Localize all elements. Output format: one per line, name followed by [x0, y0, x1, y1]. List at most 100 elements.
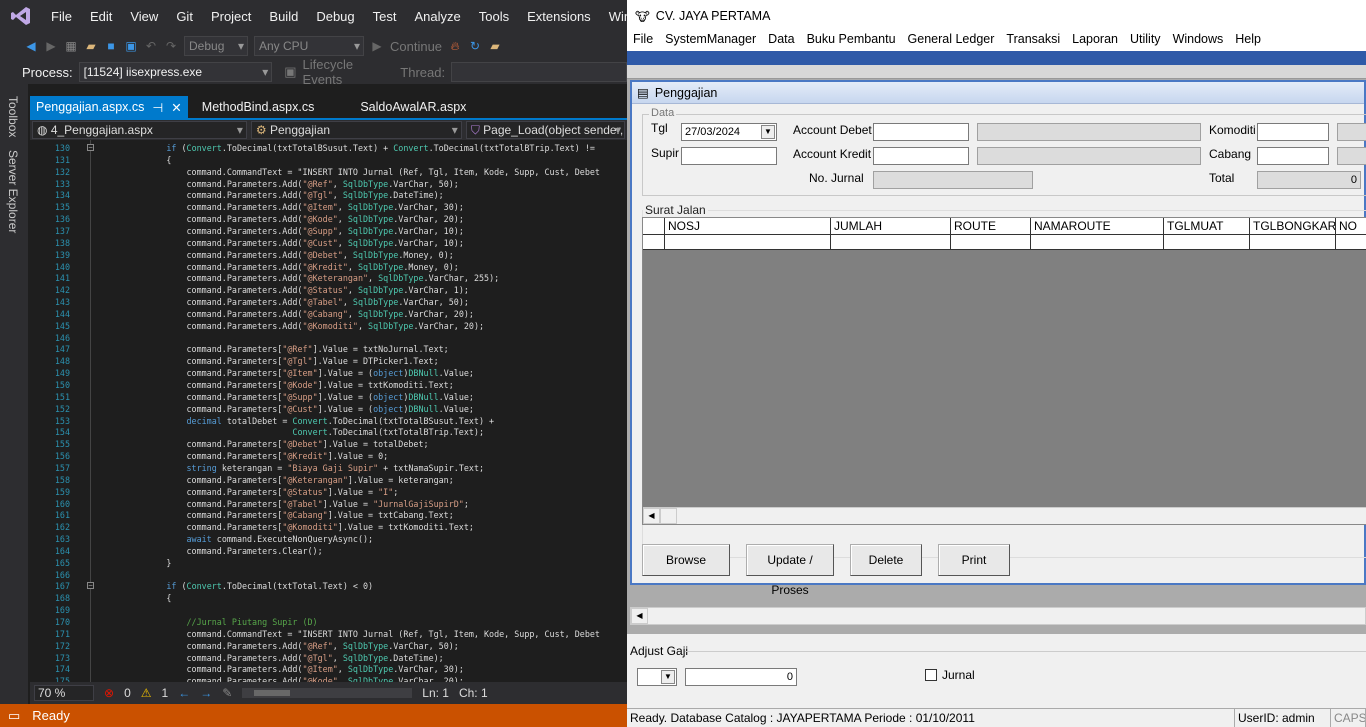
cabang-input[interactable] [1257, 147, 1329, 165]
tab-penggajian-aspx-cs[interactable]: Penggajian.aspx.cs ⊣ ✕ [30, 96, 188, 118]
mdi-horizontal-scrollbar[interactable]: ◀ [630, 607, 1366, 625]
horizontal-scrollbar[interactable] [242, 688, 413, 698]
code-line[interactable]: 171 command.CommandText = "INSERT INTO J… [30, 628, 627, 640]
back-icon[interactable]: ◀ [24, 39, 38, 53]
browse-button[interactable]: Browse [642, 544, 730, 576]
grid-cell[interactable] [643, 235, 665, 250]
app-menu-item[interactable]: Help [1229, 32, 1267, 51]
warning-count[interactable]: 1 [162, 686, 169, 700]
code-line[interactable]: 170 //Jurnal Piutang Supir (D) [30, 616, 627, 628]
grid-column-header[interactable]: TGLBONGKAR [1250, 218, 1336, 235]
grid-column-header[interactable]: ROUTE [951, 218, 1031, 235]
grid-column-header[interactable]: NAMAROUTE [1031, 218, 1164, 235]
code-line[interactable]: 158 command.Parameters["@Keterangan"].Va… [30, 474, 627, 486]
grid-column-header[interactable]: NOSJ [665, 218, 831, 235]
warning-icon[interactable]: ⚠ [141, 686, 152, 700]
fold-toggle-icon[interactable]: − [87, 582, 94, 590]
code-line[interactable]: 132 command.CommandText = "INSERT INTO J… [30, 166, 627, 178]
vs-menu-item[interactable]: File [42, 9, 81, 24]
code-line[interactable]: 139 command.Parameters.Add("@Debet", Sql… [30, 249, 627, 261]
app-menu-item[interactable]: Buku Pembantu [801, 32, 902, 51]
code-line[interactable]: 155 command.Parameters["@Debet"].Value =… [30, 438, 627, 450]
vs-menu-item[interactable]: Build [260, 9, 307, 24]
grid-cell[interactable] [1031, 235, 1164, 250]
code-line[interactable]: 161 command.Parameters["@Cabang"].Value … [30, 509, 627, 521]
code-line[interactable]: 140 command.Parameters.Add("@Kredit", Sq… [30, 261, 627, 273]
project-combo[interactable]: ◍ 4_Penggajian.aspx [32, 121, 247, 139]
code-line[interactable]: 131 { [30, 154, 627, 166]
code-line[interactable]: 146 [30, 332, 627, 344]
code-line[interactable]: 153 decimal totalDebet = Convert.ToDecim… [30, 415, 627, 427]
redo-icon[interactable]: ↷ [164, 39, 178, 53]
date-dropdown-icon[interactable]: ▼ [761, 125, 775, 139]
code-line[interactable]: 135 command.Parameters.Add("@Item", SqlD… [30, 201, 627, 213]
code-line[interactable]: 150 command.Parameters["@Kode"].Value = … [30, 379, 627, 391]
class-combo[interactable]: ⚙ Penggajian [250, 121, 462, 139]
close-icon[interactable]: ✕ [171, 100, 181, 115]
grid-cell[interactable] [665, 235, 831, 250]
app-menu-item[interactable]: Laporan [1066, 32, 1124, 51]
code-line[interactable]: 142 command.Parameters.Add("@Status", Sq… [30, 284, 627, 296]
delete-button[interactable]: Delete [850, 544, 922, 576]
vs-logo-icon[interactable] [10, 5, 32, 27]
code-line[interactable]: 160 command.Parameters["@Tabel"].Value =… [30, 498, 627, 510]
grid-cell[interactable] [951, 235, 1031, 250]
open-icon[interactable]: ▰ [84, 39, 98, 53]
scroll-thumb[interactable] [660, 508, 677, 524]
config-combo[interactable]: Debug [184, 36, 248, 56]
code-line[interactable]: 167 if (Convert.ToDecimal(txtTotal.Text)… [30, 580, 627, 592]
vs-menu-item[interactable]: Extensions [518, 9, 600, 24]
code-line[interactable]: 148 command.Parameters["@Tgl"].Value = D… [30, 355, 627, 367]
grid-column-header[interactable]: NO [1336, 218, 1366, 235]
continue-button[interactable]: Continue [390, 39, 442, 54]
hot-reload-icon[interactable]: 🔥︎ [448, 39, 462, 53]
tab-methodbind-aspx-cs[interactable]: MethodBind.aspx.cs [196, 96, 321, 118]
app-menu-item[interactable]: Transaksi [1000, 32, 1066, 51]
vs-menu-item[interactable]: Windo [600, 9, 627, 24]
folder-icon[interactable]: ▰ [488, 39, 502, 53]
code-line[interactable]: 151 command.Parameters["@Supp"].Value = … [30, 391, 627, 403]
surat-jalan-grid[interactable]: NOSJ JUMLAH ROUTE NAMAROUTE TGLMUAT TGLBONGKA… [642, 217, 1366, 525]
scroll-thumb[interactable] [254, 690, 291, 696]
save-icon[interactable]: ■ [104, 39, 118, 53]
app-menu-item[interactable]: General Ledger [902, 32, 1001, 51]
code-line[interactable]: 162 command.Parameters["@Komoditi"].Valu… [30, 521, 627, 533]
code-line[interactable]: 168 { [30, 592, 627, 604]
account-debet-input[interactable] [873, 123, 969, 141]
lifecycle-events-icon[interactable]: ▣ [284, 64, 296, 80]
code-line[interactable]: 133 command.Parameters.Add("@Ref", SqlDb… [30, 178, 627, 190]
forward-icon[interactable]: ▶ [44, 39, 58, 53]
thread-combo[interactable] [451, 62, 627, 82]
tab-saldoawalar-aspx[interactable]: SaldoAwalAR.aspx [354, 96, 472, 118]
print-button[interactable]: Print [938, 544, 1010, 576]
account-kredit-input[interactable] [873, 147, 969, 165]
adjust-value-input[interactable]: 0 [685, 668, 797, 686]
grid-cell[interactable] [1336, 235, 1366, 250]
code-line[interactable]: 152 command.Parameters["@Cust"].Value = … [30, 403, 627, 415]
code-editor[interactable]: 130 if (Convert.ToDecimal(txtTotalBSusut… [30, 140, 627, 682]
fold-toggle-icon[interactable]: − [87, 144, 94, 151]
play-icon[interactable]: ▶ [370, 39, 384, 53]
komoditi-input[interactable] [1257, 123, 1329, 141]
code-line[interactable]: 147 command.Parameters["@Ref"].Value = t… [30, 343, 627, 355]
code-line[interactable]: 137 command.Parameters.Add("@Supp", SqlD… [30, 225, 627, 237]
vs-menu-item[interactable]: Git [167, 9, 202, 24]
tgl-date-picker[interactable]: 27/03/2024 ▼ [681, 123, 777, 141]
supir-input[interactable] [681, 147, 777, 165]
app-menu-item[interactable]: Windows [1167, 32, 1230, 51]
zoom-combo[interactable]: 70 % [34, 685, 94, 701]
back-nav-icon[interactable]: ← [178, 686, 190, 700]
code-line[interactable]: 143 command.Parameters.Add("@Tabel", Sql… [30, 296, 627, 308]
grid-column-header[interactable]: TGLMUAT [1164, 218, 1250, 235]
code-line[interactable]: 165 } [30, 557, 627, 569]
pin-icon[interactable]: ⊣ [152, 100, 163, 115]
vs-menu-item[interactable]: Project [202, 9, 260, 24]
code-line[interactable]: 141 command.Parameters.Add("@Keterangan"… [30, 272, 627, 284]
code-line[interactable]: 130 if (Convert.ToDecimal(txtTotalBSusut… [30, 142, 627, 154]
code-line[interactable]: 169 [30, 604, 627, 616]
code-line[interactable]: 164 command.Parameters.Clear(); [30, 545, 627, 557]
code-line[interactable]: 138 command.Parameters.Add("@Cust", SqlD… [30, 237, 627, 249]
save-all-icon[interactable]: ▣ [124, 39, 138, 53]
grid-column-header[interactable]: JUMLAH [831, 218, 951, 235]
grid-cell[interactable] [1164, 235, 1250, 250]
